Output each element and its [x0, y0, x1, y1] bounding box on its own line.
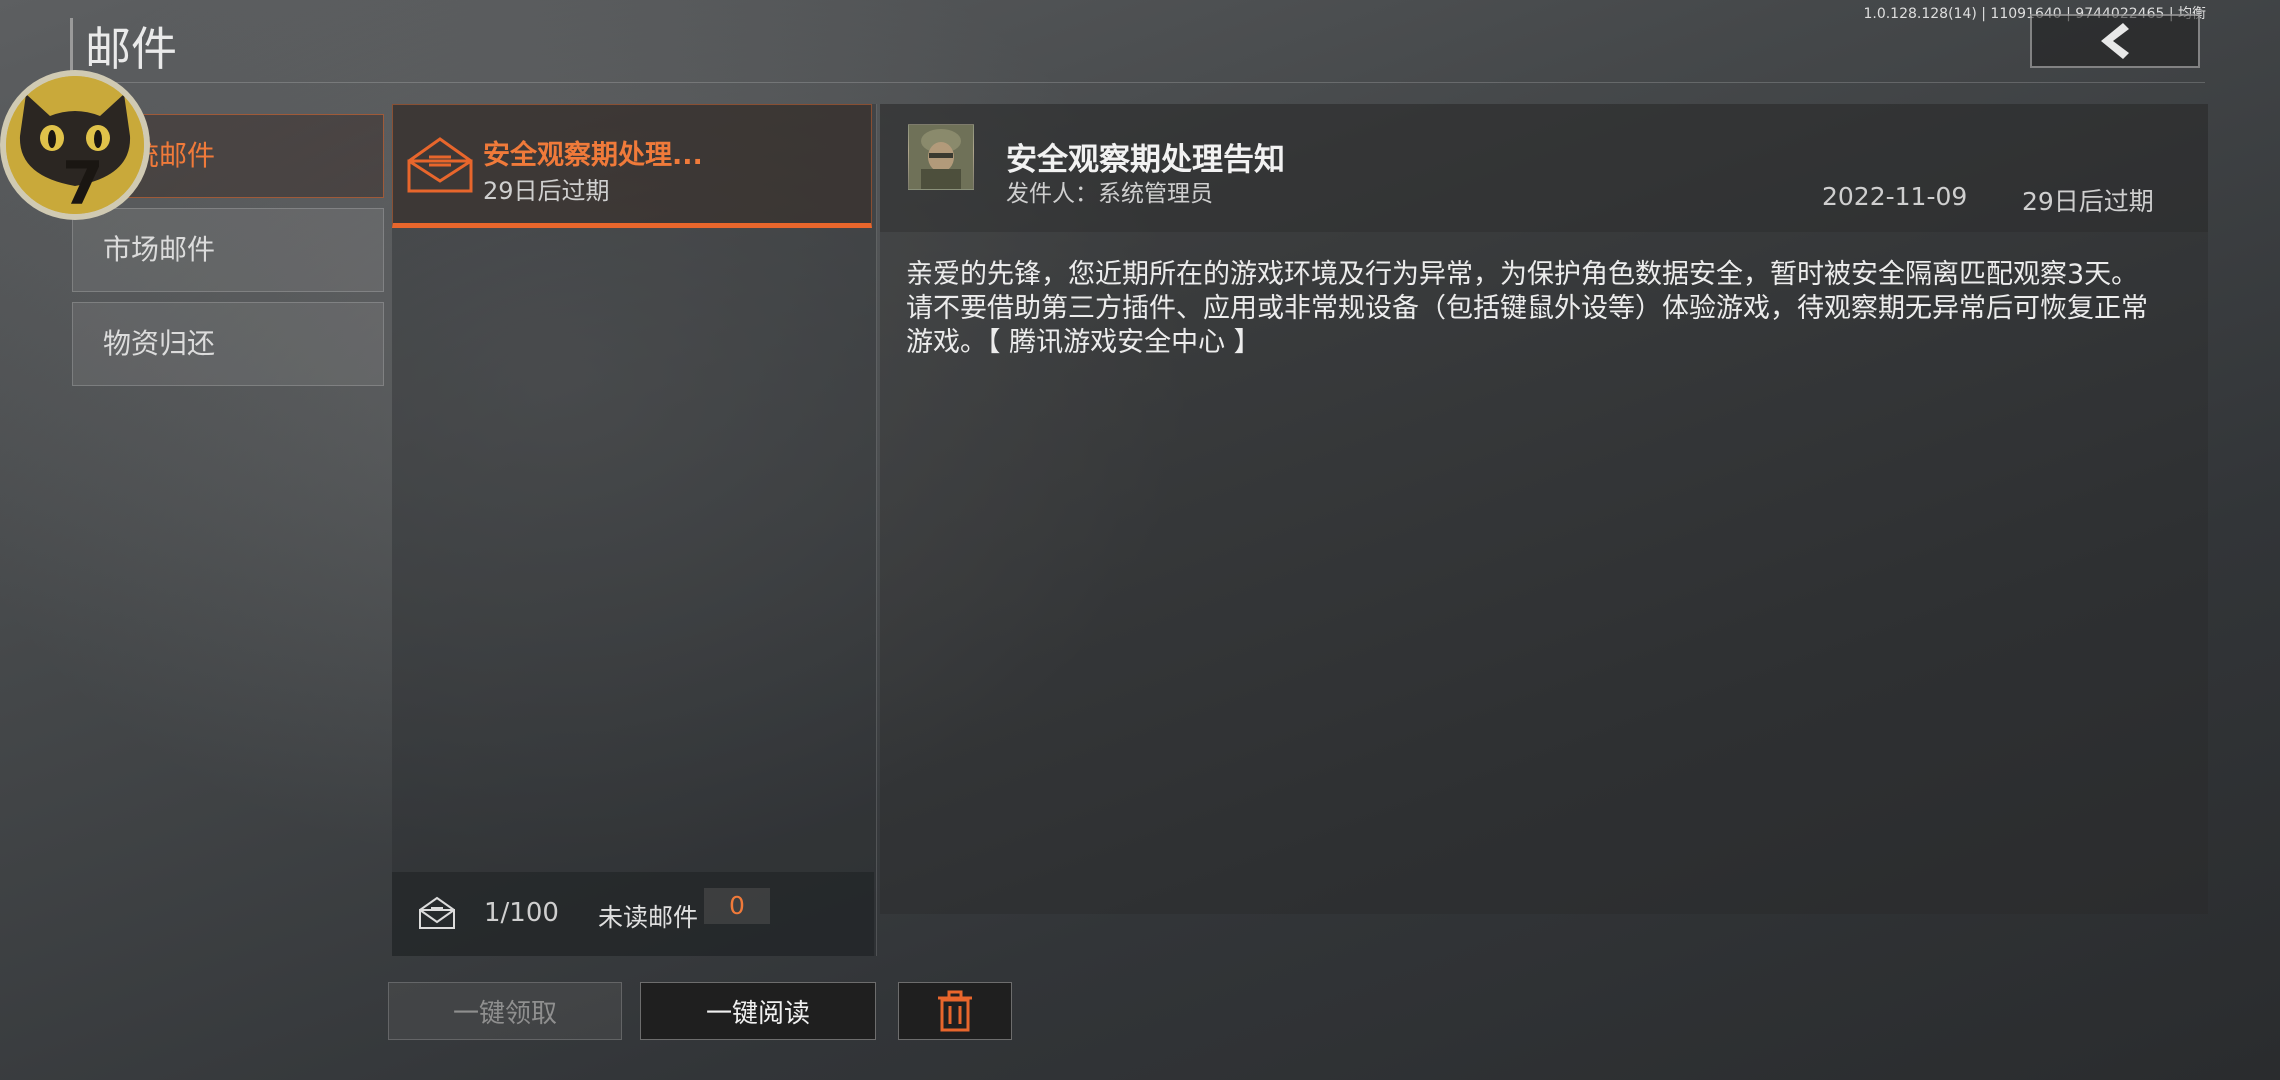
mailbox-icon — [419, 896, 455, 929]
mail-item-expire: 29日后过期 — [483, 177, 610, 205]
mail-detail-expire: 29日后过期 — [2022, 187, 2154, 216]
back-button[interactable] — [2030, 14, 2200, 68]
svg-text:7: 7 — [62, 149, 104, 214]
mail-detail-date: 2022-11-09 — [1822, 182, 1968, 211]
tab-supply-return[interactable]: 物资归还 — [72, 302, 384, 386]
delete-button[interactable] — [898, 982, 1012, 1040]
claim-all-button[interactable]: 一键领取 — [388, 982, 622, 1040]
mail-list-footer: 1/100 未读邮件 0 — [392, 872, 874, 956]
unread-label: 未读邮件 — [598, 903, 699, 932]
trash-icon — [938, 990, 972, 1032]
floating-assistant-avatar[interactable]: 7 — [0, 70, 150, 220]
tab-market-mail[interactable]: 市场邮件 — [72, 208, 384, 292]
mail-list-item[interactable]: 安全观察期处理... 29日后过期 — [392, 104, 872, 228]
unread-count-badge: 0 — [704, 888, 770, 924]
sender-avatar — [908, 124, 974, 190]
cat-icon: 7 — [6, 76, 144, 214]
mail-detail-sender: 发件人：系统管理员 — [1006, 181, 1213, 207]
mail-detail-body: 亲爱的先锋，您近期所在的游戏环境及行为异常，为保护角色数据安全，暂时被安全隔离匹… — [906, 259, 2148, 358]
mail-list-panel — [392, 104, 877, 956]
read-all-button[interactable]: 一键阅读 — [640, 982, 876, 1040]
mail-count: 1/100 — [484, 898, 559, 928]
mail-detail-title: 安全观察期处理告知 — [1006, 142, 1285, 178]
header-divider — [70, 82, 2205, 83]
chevron-left-icon — [2101, 23, 2129, 59]
mail-envelope-icon — [407, 137, 473, 193]
soldier-portrait-icon — [909, 125, 973, 189]
mail-item-title: 安全观察期处理... — [483, 140, 703, 171]
